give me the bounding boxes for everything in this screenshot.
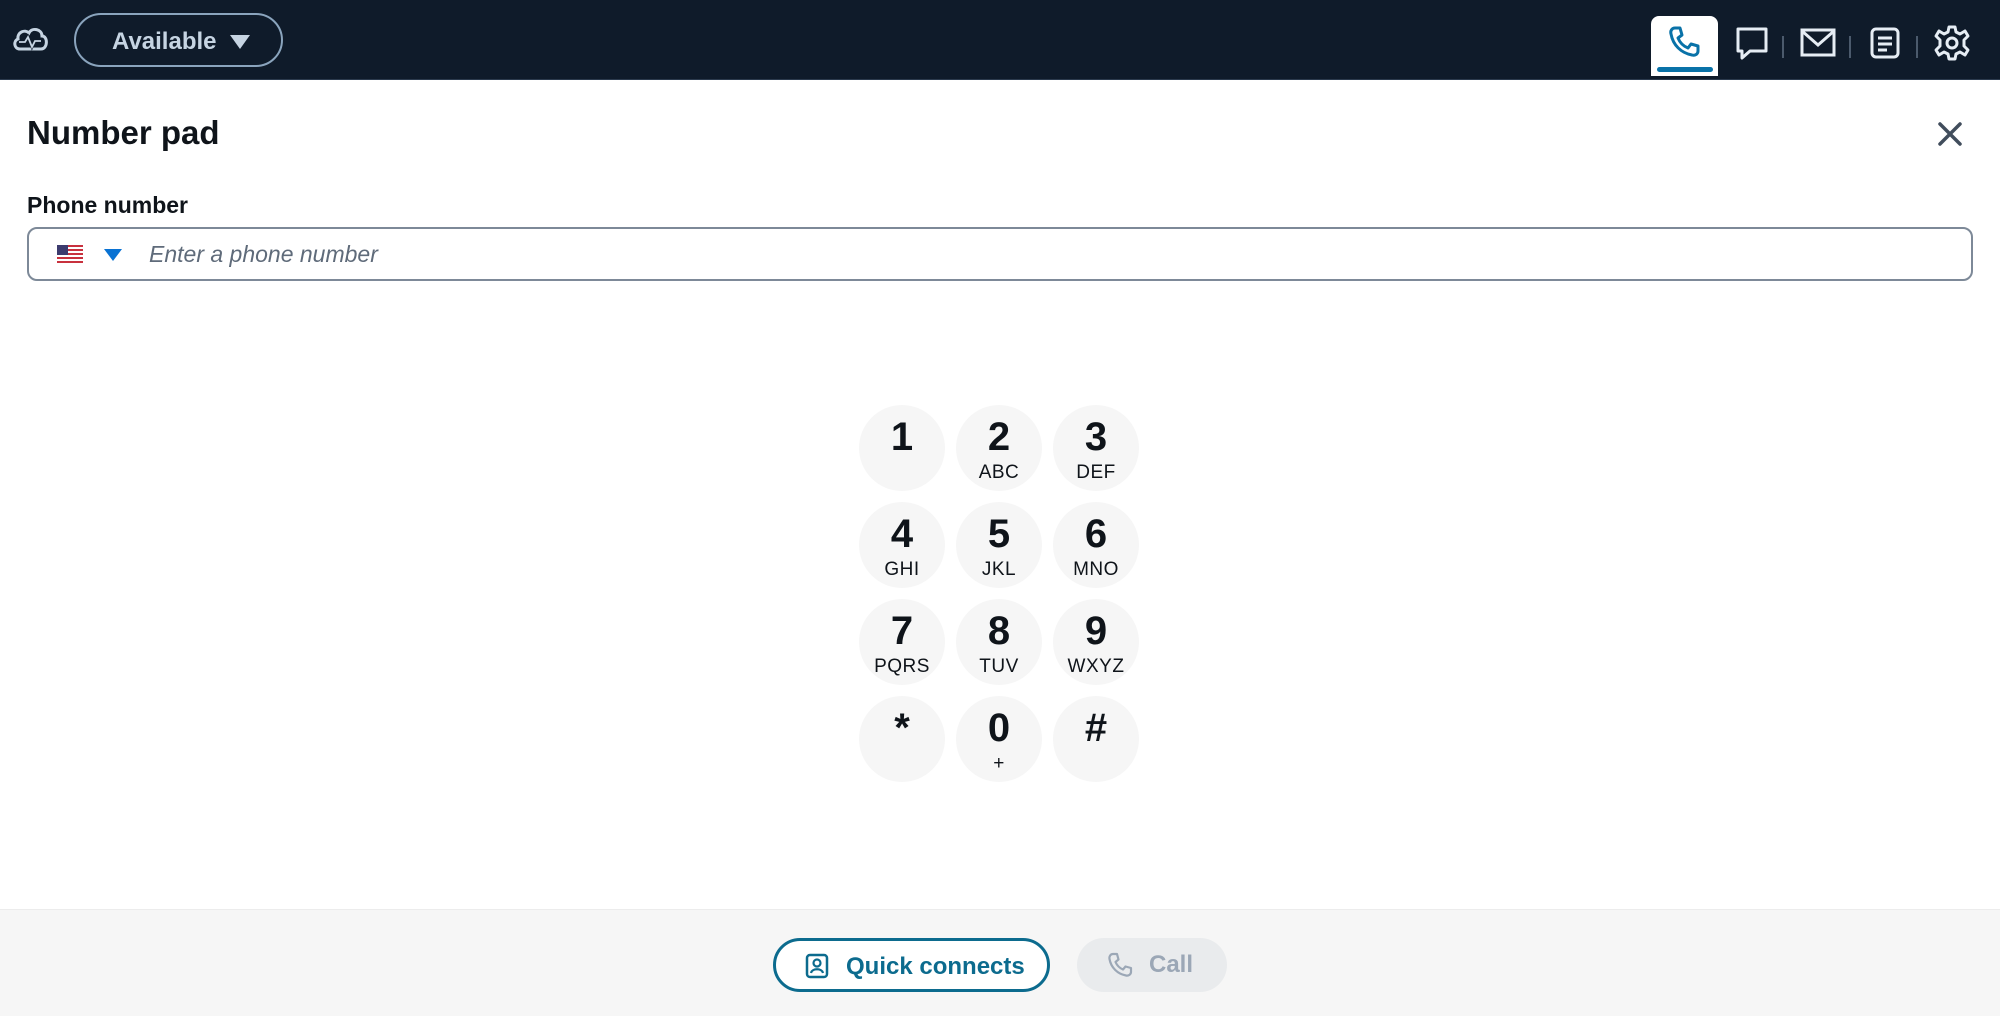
country-dropdown-caret-icon[interactable]	[104, 249, 122, 261]
quick-connects-button[interactable]: Quick connects	[773, 938, 1050, 992]
key-6[interactable]: 6 MNO	[1053, 502, 1139, 588]
divider	[1916, 36, 1918, 58]
key-0[interactable]: 0 +	[956, 696, 1042, 782]
agent-status-dropdown[interactable]: Available	[74, 13, 283, 67]
key-star[interactable]: *	[859, 696, 945, 782]
call-label: Call	[1149, 951, 1194, 978]
page-title: Number pad	[27, 114, 220, 151]
key-1[interactable]: 1	[859, 405, 945, 491]
call-button[interactable]: Call	[1077, 938, 1227, 992]
key-7[interactable]: 7 PQRS	[859, 599, 945, 685]
chevron-down-icon	[230, 35, 250, 49]
settings-icon[interactable]	[1930, 21, 1974, 65]
us-flag-icon[interactable]	[57, 245, 83, 263]
agent-status-label: Available	[112, 28, 217, 55]
contact-card-icon	[805, 953, 829, 979]
phone-number-input[interactable]	[149, 235, 1949, 273]
phone-number-label: Phone number	[27, 192, 189, 218]
key-8[interactable]: 8 TUV	[956, 599, 1042, 685]
divider	[1849, 36, 1851, 58]
phone-number-field	[27, 227, 1973, 281]
number-pad: 1 2 ABC 3 DEF 4 GHI 5 JKL 6 MNO 7 PQRS 8 TUV 9W…	[859, 405, 1141, 782]
close-icon[interactable]	[1932, 116, 1968, 152]
key-5[interactable]: 5 JKL	[956, 502, 1042, 588]
phone-icon	[1669, 26, 1700, 57]
tab-phone[interactable]	[1651, 16, 1718, 76]
key-9[interactable]: 9 WXYZ	[1053, 599, 1139, 685]
active-tab-indicator	[1657, 67, 1713, 72]
cloud-logo-icon	[13, 27, 48, 51]
footer-bar: Quick connects Call	[0, 909, 2000, 1016]
key-3[interactable]: 3 DEF	[1053, 405, 1139, 491]
divider	[1782, 36, 1784, 58]
quick-connects-label: Quick connects	[846, 953, 1025, 980]
key-4[interactable]: 4 GHI	[859, 502, 945, 588]
key-2[interactable]: 2 ABC	[956, 405, 1042, 491]
tasks-icon[interactable]	[1863, 21, 1907, 65]
key-hash[interactable]: #	[1053, 696, 1139, 782]
mail-icon[interactable]	[1796, 21, 1840, 65]
phone-icon	[1108, 952, 1133, 977]
top-bar: Available	[0, 0, 2000, 80]
chat-icon[interactable]	[1730, 21, 1774, 65]
